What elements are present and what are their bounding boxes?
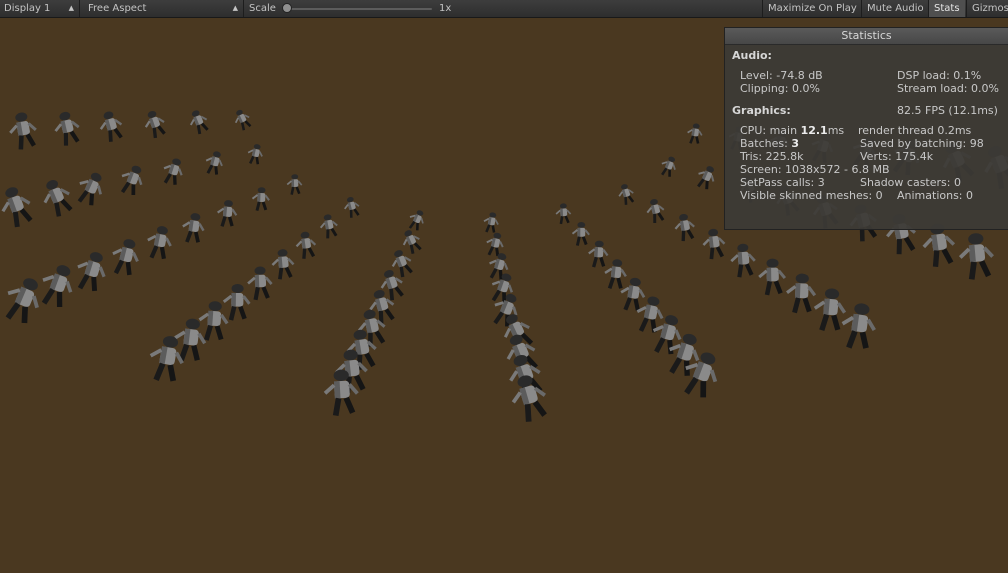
character-figure [184,106,213,138]
character-figure [397,225,426,258]
character-figure [656,152,681,180]
character-figure [404,206,429,234]
batches: Batches: 3 [740,137,799,150]
character-figure [7,111,39,151]
scale-label: Scale [249,3,276,14]
scale-value: 1x [439,3,452,14]
character-figure [158,154,188,189]
maximize-on-play-button[interactable]: Maximize On Play [762,0,862,17]
character-figure [692,161,721,193]
character-figure [615,181,638,208]
character-figure [223,284,249,321]
tris: Tris: 225.8k [740,150,804,163]
character-figure [601,256,630,292]
saved-by-batching: Saved by batching: 98 [860,137,984,150]
character-figure [114,160,149,200]
character-figure [139,106,170,142]
character-figure [0,183,36,230]
character-figure [340,194,363,221]
mute-audio-button[interactable]: Mute Audio [861,0,929,17]
character-figure [201,147,227,178]
character-figure [671,210,698,244]
aspect-label: Free Aspect [88,3,147,14]
character-figure [178,209,208,246]
statistics-panel: Statistics Audio: Level: -74.8 dB DSP lo… [724,27,1008,230]
character-figure [684,121,705,146]
character-figure [214,197,240,230]
character-figure [285,172,304,197]
game-view-toolbar: Display 1 ▲︎ Free Aspect ▲︎ Scale 1x Max… [0,0,1008,18]
visible-skinned-meshes: Visible skinned meshes: 0 [740,189,883,202]
scale-slider-thumb[interactable] [282,3,292,13]
aspect-dropdown[interactable]: Free Aspect ▲︎ [84,0,244,17]
character-figure [52,110,82,148]
character-figure [247,266,272,300]
character-figure [230,106,255,134]
screen-info: Screen: 1038x572 - 6.8 MB [740,163,890,176]
character-figure [250,185,272,213]
character-figure [839,301,877,351]
setpass-calls: SetPass calls: 3 [740,176,825,189]
character-figure [699,225,729,262]
display-label: Display 1 [4,3,51,14]
character-figure [480,209,502,236]
character-figure [244,141,266,167]
animations: Animations: 0 [897,189,974,202]
character-figure [554,201,573,226]
audio-heading: Audio: [732,49,772,62]
character-figure [72,248,110,294]
display-dropdown[interactable]: Display 1 ▲︎ [0,0,80,17]
character-figure [586,238,610,270]
character-figure [643,195,668,226]
stats-button[interactable]: Stats [928,0,965,17]
character-figure [38,176,76,219]
graphics-heading: Graphics: [732,104,791,117]
gizmos-button[interactable]: Gizmos [966,0,1008,17]
statistics-title: Statistics [725,28,1008,45]
fps-readout: 82.5 FPS (12.1ms) [897,104,998,117]
character-figure [759,258,785,295]
character-figure [293,228,319,262]
character-figure [958,232,994,280]
character-figure [73,168,108,208]
character-figure [109,236,143,277]
character-figure [571,220,591,248]
stream-load: Stream load: 0.0% [897,82,999,95]
scale-slider-track[interactable] [285,8,432,10]
audio-clipping: Clipping: 0.0% [740,82,820,95]
character-figure [147,333,187,384]
character-figure [813,287,847,332]
character-figure [145,224,174,261]
character-figure [198,300,229,341]
audio-level: Level: -74.8 dB [740,69,823,82]
cpu-main: CPU: main 12.1ms [740,124,845,137]
character-figure [619,276,647,312]
verts: Verts: 175.4k [860,150,934,163]
character-figure [316,211,341,241]
render-thread: render thread 0.2ms [858,124,972,137]
character-figure [730,243,756,278]
character-figure [269,246,297,282]
character-figure [94,107,128,146]
dsp-load: DSP load: 0.1% [897,69,982,82]
character-figure [36,260,79,310]
dropdown-arrow-icon: ▲︎ [232,4,238,12]
dropdown-arrow-icon: ▲︎ [68,4,74,12]
character-figure [786,273,815,313]
character-figure [0,272,47,327]
shadow-casters: Shadow casters: 0 [860,176,961,189]
